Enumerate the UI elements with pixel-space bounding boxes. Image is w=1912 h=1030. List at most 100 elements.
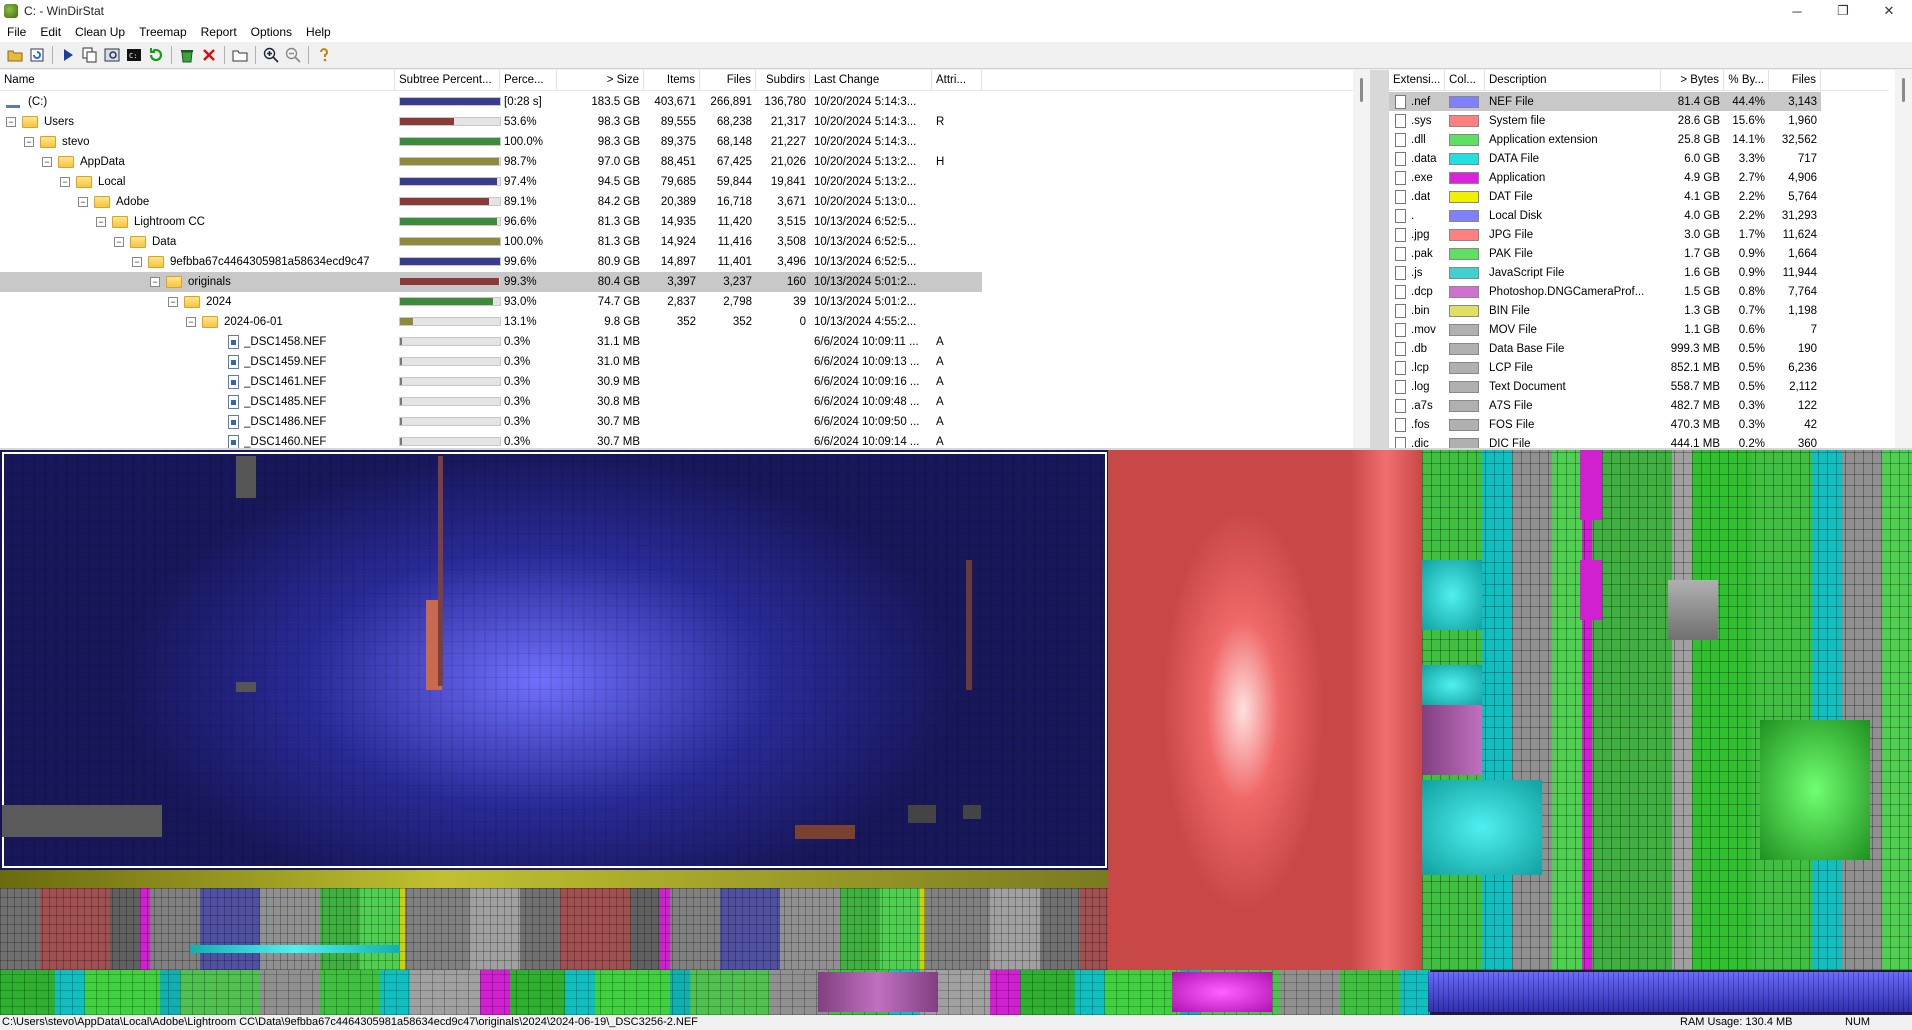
treemap-cell[interactable] xyxy=(1422,560,1482,630)
menu-file[interactable]: File xyxy=(0,25,33,39)
extension-row[interactable]: .db Data Base File 999.3 MB 0.5% 190 xyxy=(1389,339,1821,358)
tree-row[interactable]: − 2024 93.0% 74.7 GB 2,837 2,798 39 10/13/2024 … xyxy=(0,292,1350,312)
col-header-size[interactable]: > Size xyxy=(557,70,644,90)
extension-vertical-scrollbar[interactable] xyxy=(1895,70,1912,448)
collapse-toggle-icon[interactable]: − xyxy=(96,217,106,227)
menu-report[interactable]: Report xyxy=(194,25,244,39)
tree-row[interactable]: − 9efbba67c4464305981a58634ecd9c47 99.6% 80… xyxy=(0,252,1350,272)
tree-row[interactable]: − Adobe 89.1% 84.2 GB 20,389 16,718 3,671 10/20… xyxy=(0,192,1350,212)
treemap-cell[interactable] xyxy=(1422,665,1482,705)
tree-row[interactable]: − Local 97.4% 94.5 GB 79,685 59,844 19,841 10/2… xyxy=(0,172,1350,192)
treemap-cell[interactable] xyxy=(236,456,256,498)
extension-row[interactable]: .bin BIN File 1.3 GB 0.7% 1,198 xyxy=(1389,301,1821,320)
collapse-toggle-icon[interactable]: − xyxy=(6,117,16,127)
tree-row[interactable]: − Lightroom CC 96.6% 81.3 GB 14,935 11,420 3,5… xyxy=(0,212,1350,232)
tree-row[interactable]: _DSC1459.NEF 0.3% 31.0 MB 6/6/2024 10:09:13… xyxy=(0,352,1350,372)
collapse-toggle-icon[interactable]: − xyxy=(60,177,70,187)
extension-row[interactable]: .fos FOS File 470.3 MB 0.3% 42 xyxy=(1389,415,1821,434)
treemap-cell[interactable] xyxy=(236,682,256,692)
col-header-ext-files[interactable]: Files xyxy=(1769,70,1821,90)
collapse-toggle-icon[interactable]: − xyxy=(168,297,178,307)
tree-row[interactable]: − Users 53.6% 98.3 GB 89,555 68,238 21,317 10/2… xyxy=(0,112,1350,132)
zoom-in-icon[interactable] xyxy=(262,46,280,64)
recycle-icon[interactable] xyxy=(178,46,196,64)
extension-row[interactable]: .exe Application 4.9 GB 2.7% 4,906 xyxy=(1389,168,1821,187)
help-icon[interactable] xyxy=(315,46,333,64)
treemap-cell[interactable] xyxy=(1760,720,1870,860)
tree-row[interactable]: − originals 99.3% 80.4 GB 3,397 3,237 160 10/13… xyxy=(0,272,982,292)
col-header-percent[interactable]: Perce... xyxy=(500,70,557,90)
maximize-button[interactable]: ❐ xyxy=(1820,0,1866,22)
treemap-cell[interactable] xyxy=(438,456,443,686)
delete-icon[interactable] xyxy=(200,46,218,64)
col-header-color[interactable]: Col... xyxy=(1445,70,1485,90)
extension-row[interactable]: .mov MOV File 1.1 GB 0.6% 7 xyxy=(1389,320,1821,339)
treemap-sys-block-2[interactable] xyxy=(1350,450,1422,970)
folder-icon[interactable] xyxy=(231,46,249,64)
col-header-last-change[interactable]: Last Change xyxy=(810,70,932,90)
collapse-toggle-icon[interactable]: − xyxy=(150,277,160,287)
tree-row[interactable]: _DSC1486.NEF 0.3% 30.7 MB 6/6/2024 10:09:50… xyxy=(0,412,1350,432)
treemap-cell[interactable] xyxy=(966,560,972,690)
treemap-cell[interactable] xyxy=(1422,780,1542,875)
tree-row[interactable]: − 2024-06-01 13.1% 9.8 GB 352 352 0 10/13/2024 … xyxy=(0,312,1350,332)
extension-row[interactable]: .log Text Document 558.7 MB 0.5% 2,112 xyxy=(1389,377,1821,396)
zoom-out-icon[interactable] xyxy=(284,46,302,64)
copy-icon[interactable] xyxy=(81,46,99,64)
collapse-toggle-icon[interactable]: − xyxy=(78,197,88,207)
extension-row[interactable]: .data DATA File 6.0 GB 3.3% 717 xyxy=(1389,149,1821,168)
minimize-button[interactable]: ─ xyxy=(1774,0,1820,22)
treemap-cell[interactable] xyxy=(818,972,938,1012)
cmd-icon[interactable]: C: xyxy=(125,46,143,64)
tree-row[interactable]: _DSC1460.NEF 0.3% 30.7 MB 6/6/2024 10:09:14… xyxy=(0,432,1350,448)
tree-row[interactable]: (C:) [0:28 s] 183.5 GB 403,671 266,891 136,78… xyxy=(0,92,1350,112)
treemap-cell[interactable] xyxy=(795,825,855,839)
menu-options[interactable]: Options xyxy=(244,25,299,39)
extension-row[interactable]: .dic DIC File 444.1 MB 0.2% 360 xyxy=(1389,434,1821,448)
col-header-bytes[interactable]: > Bytes xyxy=(1661,70,1724,90)
menu-help[interactable]: Help xyxy=(299,25,338,39)
col-header-percent-bytes[interactable]: % By... xyxy=(1724,70,1769,90)
treemap-cell[interactable] xyxy=(1580,450,1602,520)
treemap-cell[interactable] xyxy=(1422,705,1482,775)
tree-vertical-scrollbar[interactable] xyxy=(1353,70,1370,448)
pane-splitter[interactable] xyxy=(1370,70,1389,448)
extension-row[interactable]: .dcp Photoshop.DNGCameraProf... 1.5 GB 0.8%… xyxy=(1389,282,1821,301)
menu-treemap[interactable]: Treemap xyxy=(132,25,194,39)
treemap-view[interactable] xyxy=(0,450,1912,1015)
treemap-cell[interactable] xyxy=(1668,580,1718,640)
tree-row[interactable]: − stevo 100.0% 98.3 GB 89,375 68,148 21,227 10/… xyxy=(0,132,1350,152)
menu-edit[interactable]: Edit xyxy=(33,25,68,39)
close-button[interactable]: ✕ xyxy=(1866,0,1912,22)
explorer-icon[interactable] xyxy=(103,46,121,64)
treemap-cell[interactable] xyxy=(2,805,162,837)
extension-row[interactable]: .jpg JPG File 3.0 GB 1.7% 11,624 xyxy=(1389,225,1821,244)
extension-row[interactable]: .a7s A7S File 482.7 MB 0.3% 122 xyxy=(1389,396,1821,415)
treemap-cell[interactable] xyxy=(908,805,936,823)
collapse-toggle-icon[interactable]: − xyxy=(132,257,142,267)
menu-clean-up[interactable]: Clean Up xyxy=(68,25,132,39)
tree-row[interactable]: − AppData 98.7% 97.0 GB 88,451 67,425 21,026 10… xyxy=(0,152,1350,172)
treemap-sys-block[interactable] xyxy=(1108,450,1350,970)
extension-row[interactable]: .lcp LCP File 852.1 MB 0.5% 6,236 xyxy=(1389,358,1821,377)
extension-row[interactable]: .dat DAT File 4.1 GB 2.2% 5,764 xyxy=(1389,187,1821,206)
tree-row[interactable]: _DSC1461.NEF 0.3% 30.9 MB 6/6/2024 10:09:16… xyxy=(0,372,1350,392)
col-header-description[interactable]: Description xyxy=(1485,70,1661,90)
collapse-toggle-icon[interactable]: − xyxy=(186,317,196,327)
open-icon[interactable] xyxy=(6,46,24,64)
refresh-icon[interactable] xyxy=(28,46,46,64)
collapse-toggle-icon[interactable]: − xyxy=(24,137,34,147)
extension-row[interactable]: .js JavaScript File 1.6 GB 0.9% 11,944 xyxy=(1389,263,1821,282)
extension-row[interactable]: .pak PAK File 1.7 GB 0.9% 1,664 xyxy=(1389,244,1821,263)
treemap-strip[interactable] xyxy=(0,870,1108,888)
refresh-all-icon[interactable] xyxy=(147,46,165,64)
extension-row[interactable]: .sys System file 28.6 GB 15.6% 1,960 xyxy=(1389,111,1821,130)
treemap-cell[interactable] xyxy=(963,805,981,819)
tree-row[interactable]: _DSC1485.NEF 0.3% 30.8 MB 6/6/2024 10:09:48… xyxy=(0,392,1350,412)
extension-row[interactable]: .dll Application extension 25.8 GB 14.1% 32,… xyxy=(1389,130,1821,149)
tree-row[interactable]: _DSC1458.NEF 0.3% 31.1 MB 6/6/2024 10:09:11… xyxy=(0,332,1350,352)
col-header-attributes[interactable]: Attri... xyxy=(932,70,982,90)
extension-row[interactable]: .nef NEF File 81.4 GB 44.4% 3,143 xyxy=(1389,92,1821,111)
collapse-toggle-icon[interactable]: − xyxy=(42,157,52,167)
col-header-files[interactable]: Files xyxy=(700,70,756,90)
